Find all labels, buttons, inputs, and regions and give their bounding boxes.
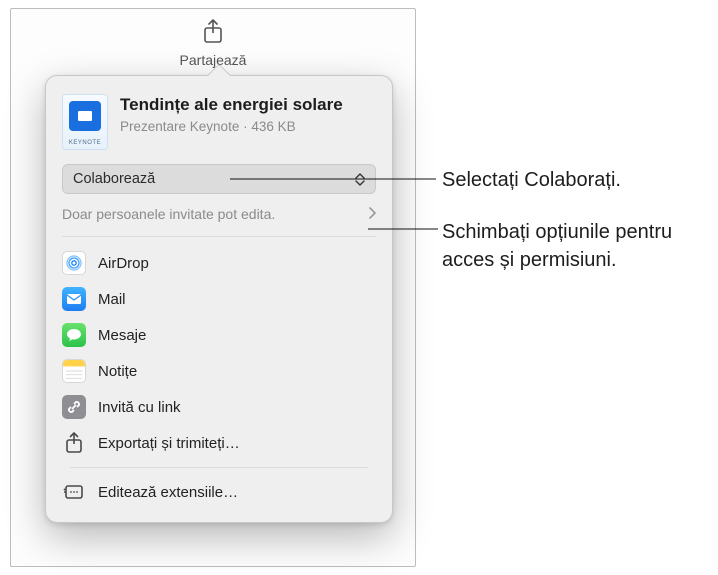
collaborate-mode-label: Colaborează — [73, 171, 155, 187]
airdrop-icon — [62, 251, 86, 275]
callout-select-collaborate: Selectați Colaborați. — [442, 166, 621, 194]
document-title: Tendințe ale energiei solare — [120, 94, 343, 115]
app-window: Partajează KEYNOTE Tendințe ale energiei… — [10, 8, 416, 567]
option-export-send[interactable]: Exportați și trimiteți… — [54, 425, 384, 461]
document-icon: KEYNOTE — [62, 94, 108, 150]
share-button-label[interactable]: Partajează — [11, 52, 415, 68]
share-icon[interactable] — [202, 19, 224, 50]
option-invite-link[interactable]: Invită cu link — [54, 389, 384, 425]
option-label: Exportați și trimiteți… — [98, 435, 240, 452]
option-mail[interactable]: Mail — [54, 281, 384, 317]
permissions-row[interactable]: Doar persoanele invitate pot edita. — [62, 204, 376, 237]
chevron-right-icon — [368, 206, 376, 222]
document-icon-caption: KEYNOTE — [63, 140, 107, 146]
option-edit-extensions[interactable]: Editează extensiile… — [54, 474, 384, 510]
popover-header: KEYNOTE Tendințe ale energiei solare Pre… — [46, 76, 392, 162]
document-subtitle: Prezentare Keynote · 436 KB — [120, 119, 343, 134]
option-airdrop[interactable]: AirDrop — [54, 245, 384, 281]
divider — [70, 467, 368, 468]
option-label: AirDrop — [98, 255, 149, 272]
up-down-chevron-icon — [351, 168, 369, 190]
share-options-list: AirDrop Mail Mesaje Notițe — [46, 237, 392, 512]
option-messages[interactable]: Mesaje — [54, 317, 384, 353]
permissions-text: Doar persoanele invitate pot edita. — [62, 206, 275, 222]
option-label: Invită cu link — [98, 399, 181, 416]
more-icon — [62, 480, 86, 504]
link-icon — [62, 395, 86, 419]
collaborate-mode-selector[interactable]: Colaborează — [62, 164, 376, 194]
option-label: Notițe — [98, 363, 137, 380]
callout-change-permissions: Schimbați opțiunile pentru acces și perm… — [442, 218, 702, 274]
share-popover: KEYNOTE Tendințe ale energiei solare Pre… — [45, 75, 393, 523]
mail-icon — [62, 287, 86, 311]
option-notes[interactable]: Notițe — [54, 353, 384, 389]
messages-icon — [62, 323, 86, 347]
notes-icon — [62, 359, 86, 383]
option-label: Mail — [98, 291, 126, 308]
export-icon — [62, 431, 86, 455]
option-label: Mesaje — [98, 327, 146, 344]
option-label: Editează extensiile… — [98, 484, 238, 501]
